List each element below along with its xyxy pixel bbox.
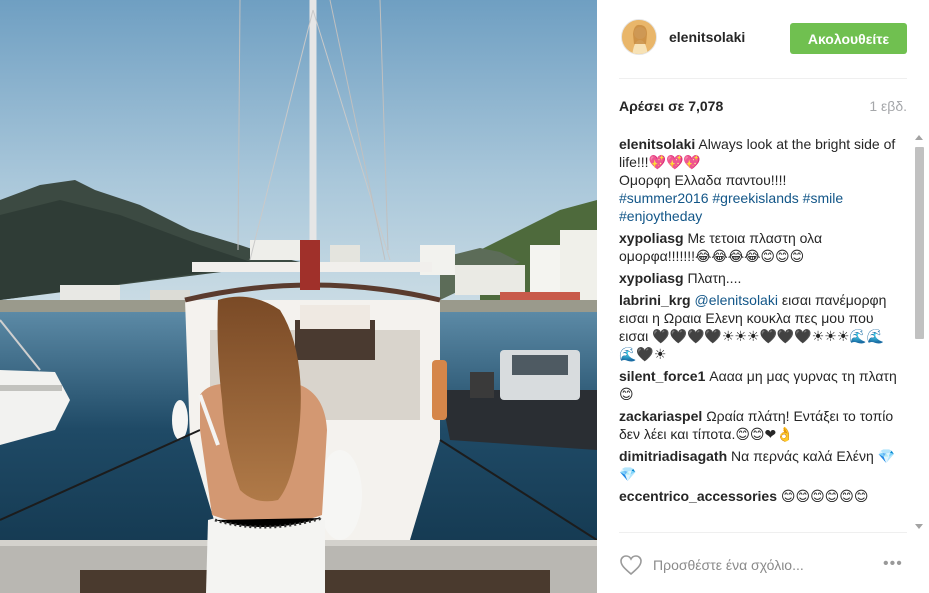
hashtag[interactable]: #enjoytheday — [619, 208, 702, 224]
following-button[interactable]: Ακολουθείτε — [790, 23, 907, 54]
photo-image — [0, 0, 597, 593]
comment-item: silent_force1 Αααα μη μας γυρνας τη πλατ… — [619, 367, 899, 403]
comment-username[interactable]: dimitriadisagath — [619, 448, 727, 464]
hashtag[interactable]: #greekislands — [712, 190, 798, 206]
post-photo[interactable] — [0, 0, 597, 593]
comment-item: xypoliasg Πλατη.... — [619, 269, 899, 287]
header-divider — [619, 78, 907, 79]
caption-line-2: Ομορφη Ελλαδα παντου!!!! — [619, 172, 787, 188]
caption: elenitsolaki Always look at the bright s… — [619, 135, 899, 225]
comment-text: 😊😊😊😊😊😊 — [780, 488, 869, 504]
comment-item: xypoliasg Με τετοια πλαστη ολα ομορφα!!!… — [619, 229, 899, 265]
comment-footer: ••• — [597, 532, 929, 593]
scroll-up-arrow-icon[interactable] — [915, 135, 923, 140]
post-side-panel: elenitsolaki Ακολουθείτε Αρέσει σε 7,078… — [597, 0, 929, 593]
comments-list: elenitsolaki Always look at the bright s… — [619, 135, 899, 530]
comment-item: eccentrico_accessories 😊😊😊😊😊😊 — [619, 487, 899, 505]
comment-input[interactable] — [653, 554, 873, 576]
comment-username[interactable]: xypoliasg — [619, 270, 684, 286]
comment-mention[interactable]: @elenitsolaki — [694, 292, 777, 308]
post-header: elenitsolaki Ακολουθείτε — [597, 0, 929, 78]
post-time[interactable]: 1 εβδ. — [869, 98, 907, 114]
comment-username[interactable]: eccentrico_accessories — [619, 488, 777, 504]
comment-username[interactable]: silent_force1 — [619, 368, 705, 384]
comment-item: labrini_krg @elenitsolaki εισαι πανέμορφ… — [619, 291, 899, 363]
heart-outline-icon[interactable] — [619, 554, 643, 576]
comment-username[interactable]: labrini_krg — [619, 292, 691, 308]
comments-scrollbar[interactable] — [913, 133, 925, 531]
hashtag[interactable]: #summer2016 — [619, 190, 709, 206]
likes-row: Αρέσει σε 7,078 1 εβδ. — [619, 96, 907, 118]
likes-count[interactable]: Αρέσει σε 7,078 — [619, 98, 723, 114]
comment-username[interactable]: xypoliasg — [619, 230, 684, 246]
comment-text: Πλατη.... — [687, 270, 742, 286]
avatar[interactable] — [621, 19, 657, 55]
more-options-icon[interactable]: ••• — [883, 556, 909, 572]
scroll-thumb[interactable] — [915, 147, 924, 339]
hashtag[interactable]: #smile — [803, 190, 843, 206]
comment-item: zackariaspel Ωραία πλάτη! Εντάξει το τοπ… — [619, 407, 899, 443]
comment-item: dimitriadisagath Να περνάς καλά Ελένη 💎💎 — [619, 447, 899, 483]
comment-username[interactable]: elenitsolaki — [619, 136, 695, 152]
username-link[interactable]: elenitsolaki — [669, 29, 745, 45]
scroll-down-arrow-icon[interactable] — [915, 524, 923, 529]
avatar-image — [622, 20, 656, 54]
comment-username[interactable]: zackariaspel — [619, 408, 702, 424]
